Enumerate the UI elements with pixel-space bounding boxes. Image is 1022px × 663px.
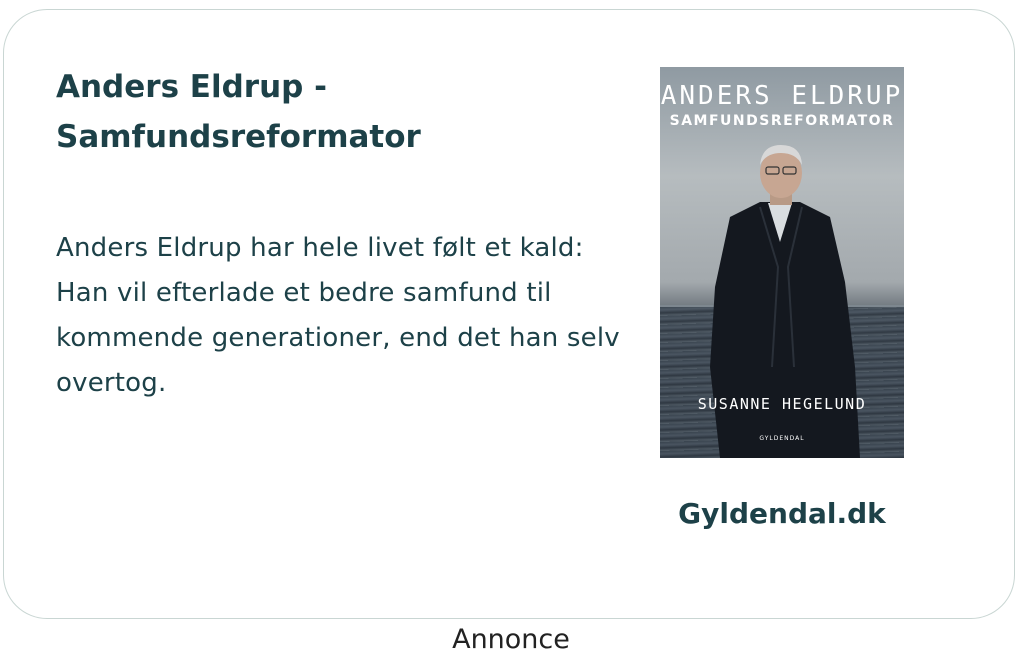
book-cover-image[interactable]: ANDERS ELDRUP SAMFUNDSREFORMATOR SUSANNE… xyxy=(660,67,904,458)
cover-writer-text: SUSANNE HEGELUND xyxy=(697,395,867,413)
publisher-link[interactable]: Gyldendal.dk xyxy=(660,497,904,530)
ad-description: Anders Eldrup har hele livet følt et kal… xyxy=(56,233,620,398)
cover-title-text: SAMFUNDSREFORMATOR xyxy=(669,113,895,129)
ad-title[interactable]: Anders Eldrup - Samfundsreformator xyxy=(56,62,616,162)
cover-author-text: ANDERS ELDRUP xyxy=(660,81,904,111)
cover-publisher-text: GYLDENDAL xyxy=(759,435,805,442)
ad-label: Annonce xyxy=(452,624,570,655)
